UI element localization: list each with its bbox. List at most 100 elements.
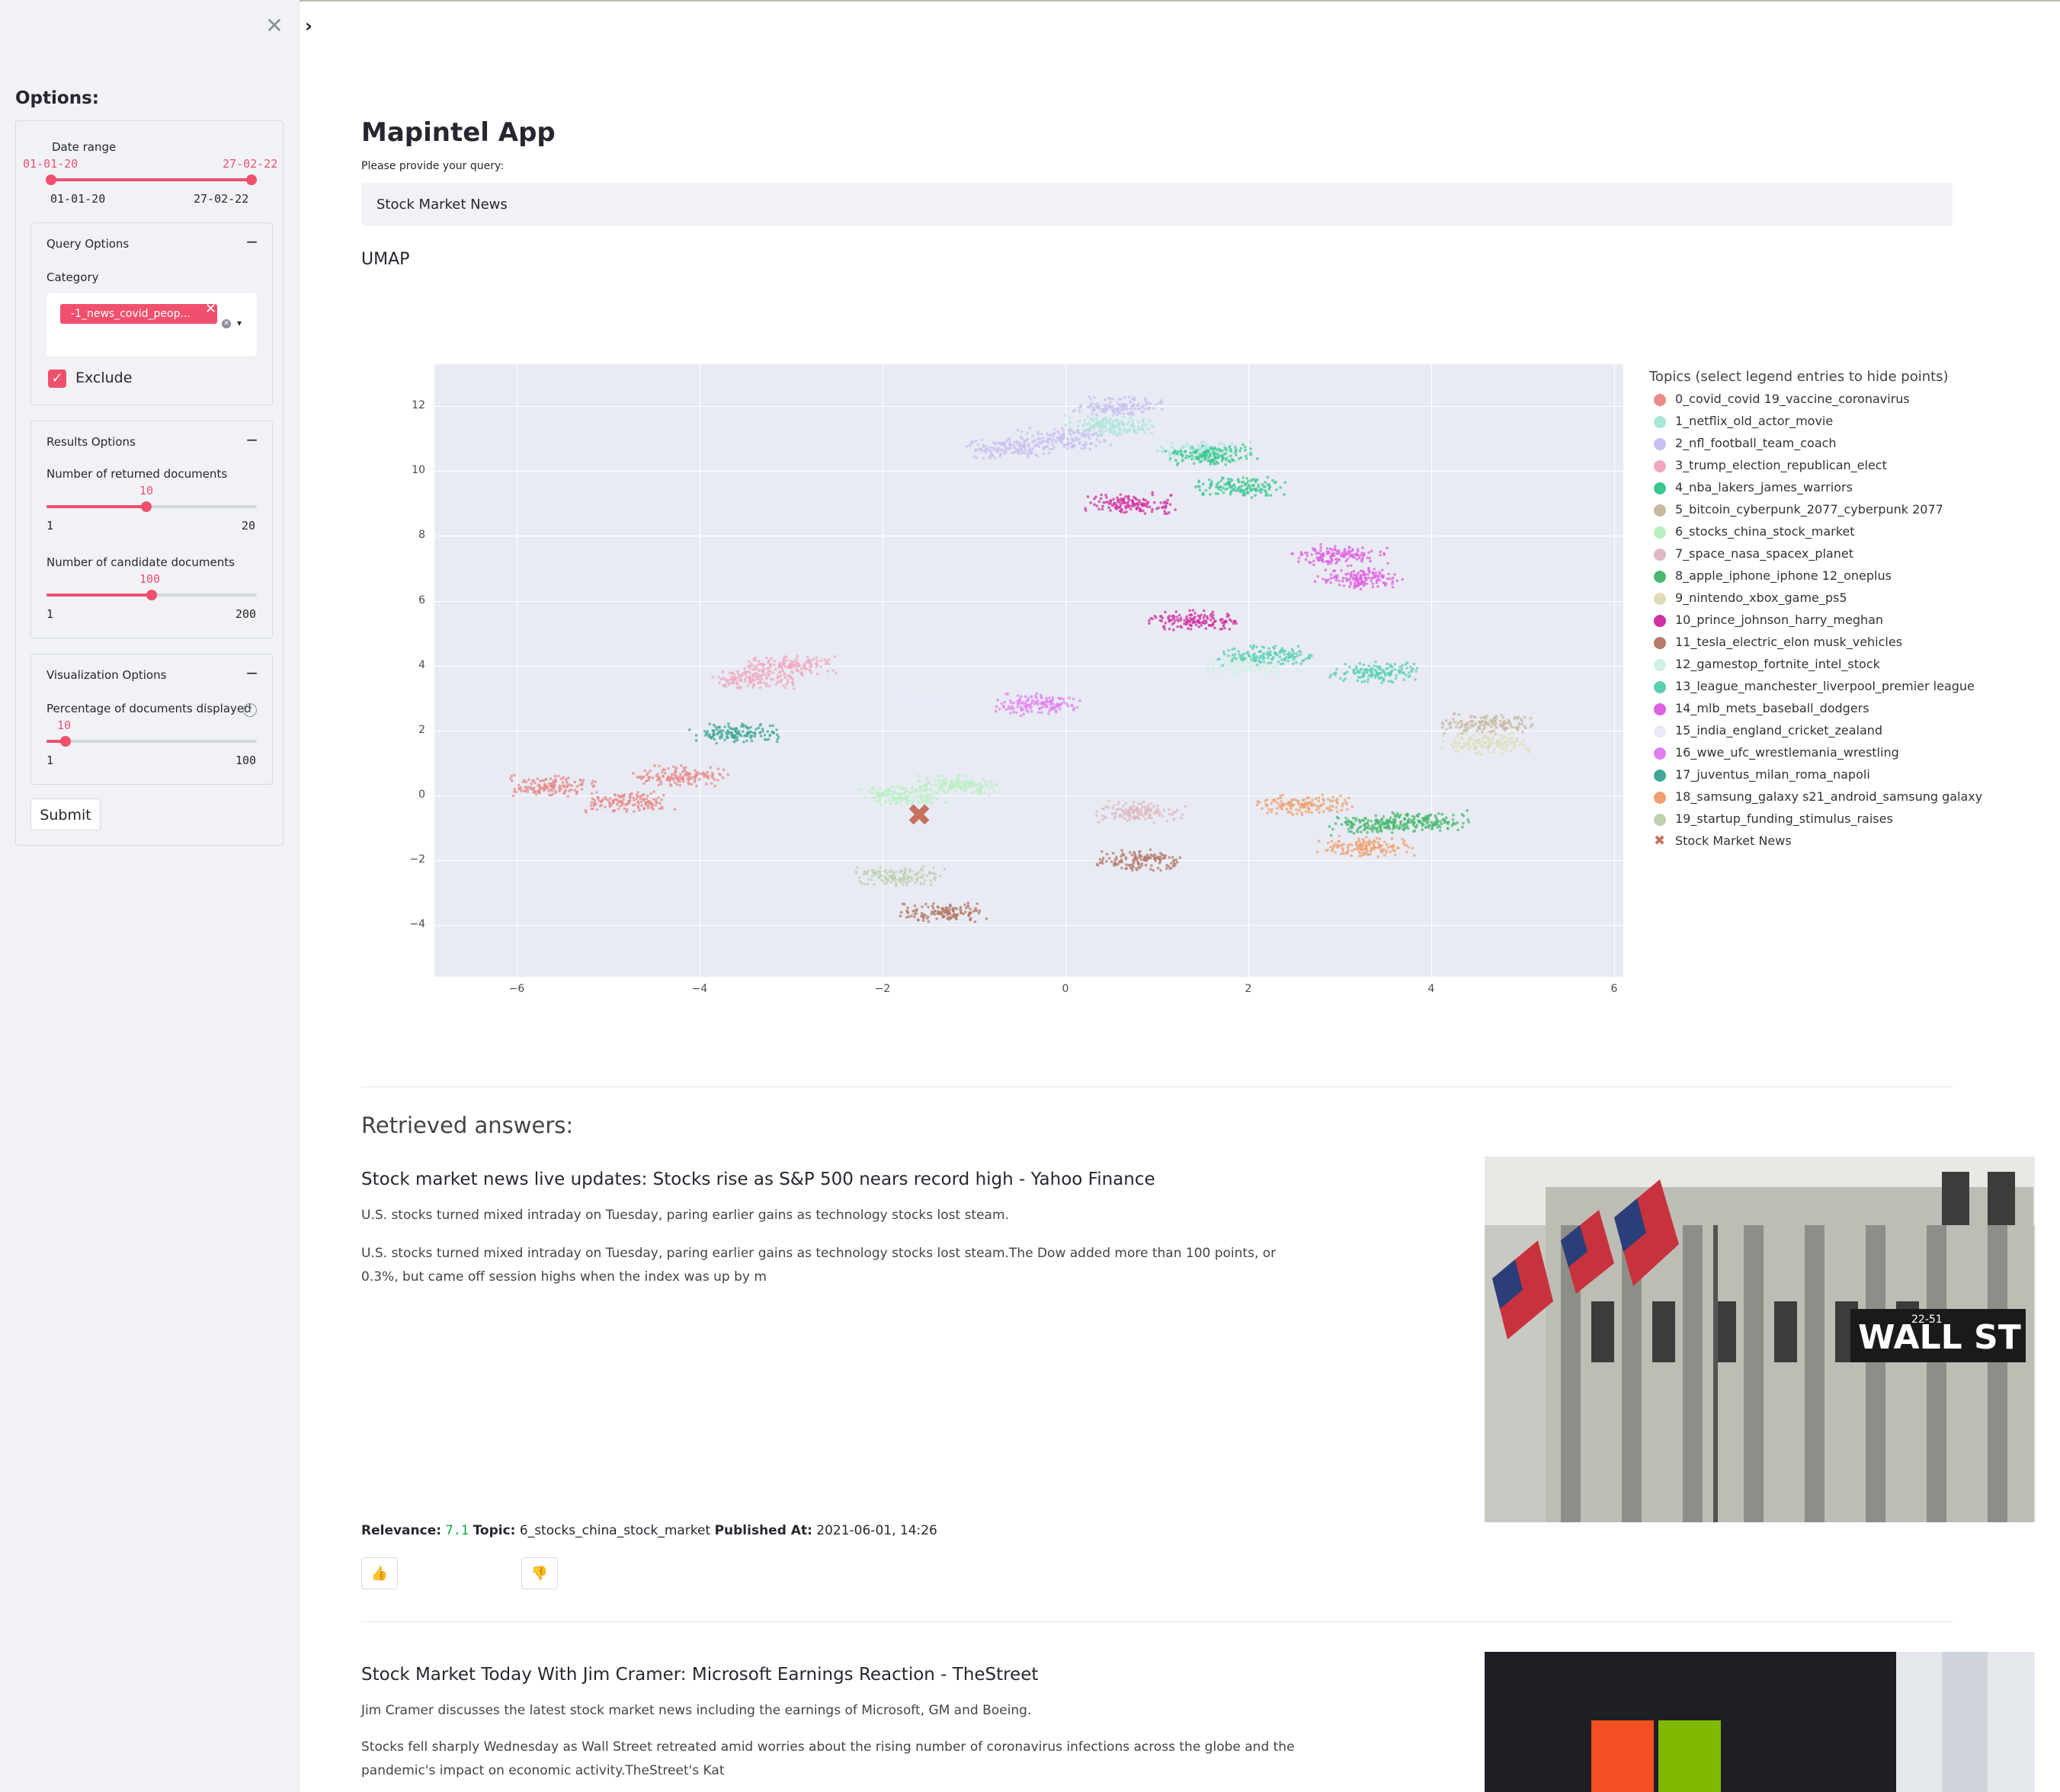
date-range-end-handle[interactable]: [246, 174, 257, 185]
chevron-right-icon[interactable]: ›: [305, 15, 312, 37]
scatter-point: [1452, 821, 1456, 824]
legend-item[interactable]: 10_prince_johnson_harry_meghan: [1654, 613, 1883, 627]
scatter-point: [1421, 828, 1424, 831]
scatter-point: [994, 441, 997, 444]
legend-item[interactable]: 13_league_manchester_liverpool_premier l…: [1654, 679, 1975, 693]
returned-docs-handle[interactable]: [141, 501, 152, 512]
article-title[interactable]: Stock market news live updates: Stocks r…: [361, 1170, 1155, 1189]
scatter-point: [1283, 658, 1287, 661]
legend-item[interactable]: 9_nintendo_xbox_game_ps5: [1654, 590, 1847, 605]
scatter-point: [1454, 741, 1457, 745]
scatter-point: [828, 658, 831, 661]
legend-item[interactable]: 11_tesla_electric_elon musk_vehicles: [1654, 635, 1902, 649]
scatter-point: [906, 906, 910, 910]
query-label: Please provide your query:: [361, 160, 504, 172]
scatter-point: [1096, 405, 1100, 408]
scatter-point: [1255, 654, 1259, 658]
scatter-point: [766, 730, 770, 733]
scatter-point: [1142, 859, 1146, 862]
scatter-point: [529, 786, 533, 789]
scatter-point: [984, 444, 988, 448]
scatter-point: [1130, 504, 1134, 508]
close-icon[interactable]: ✕: [262, 14, 287, 38]
scatter-point: [1142, 422, 1146, 426]
legend-item[interactable]: 0_covid_covid 19_vaccine_coronavirus: [1654, 392, 1910, 406]
scatter-point: [1190, 624, 1193, 627]
scatter-point: [899, 802, 902, 805]
percentage-handle[interactable]: [60, 736, 71, 747]
query-input[interactable]: [361, 183, 1953, 226]
query-point-marker[interactable]: ✖: [906, 798, 932, 833]
remove-tag-icon[interactable]: ✕: [205, 301, 216, 317]
clear-icon[interactable]: ✕: [222, 319, 231, 328]
legend-item[interactable]: 15_india_england_cricket_zealand: [1654, 723, 1882, 738]
collapse-icon[interactable]: −: [245, 430, 258, 449]
scatter-point: [1389, 850, 1392, 853]
scatter-point: [1334, 562, 1338, 565]
percentage-track[interactable]: [46, 740, 257, 743]
scatter-point: [727, 730, 730, 734]
scatter-point: [1109, 509, 1112, 512]
scatter-point: [1068, 428, 1072, 432]
legend-item[interactable]: 16_wwe_ufc_wrestlemania_wrestling: [1654, 745, 1899, 760]
legend-item[interactable]: 4_nba_lakers_james_warriors: [1654, 480, 1853, 494]
scatter-point: [1262, 657, 1266, 660]
legend-item[interactable]: 1_netflix_old_actor_movie: [1654, 414, 1833, 428]
submit-button[interactable]: Submit: [30, 798, 101, 830]
scatter-point: [1084, 433, 1088, 436]
scatter-point: [698, 772, 701, 776]
thumbs-down-icon[interactable]: 👎: [521, 1557, 558, 1589]
scatter-point: [1100, 417, 1104, 421]
chevron-down-icon[interactable]: ▾: [237, 318, 242, 328]
scatter-point: [1193, 485, 1197, 489]
scatter-point: [1254, 480, 1257, 484]
scatter-point: [735, 738, 739, 741]
scatter-point: [1238, 655, 1242, 659]
scatter-point: [871, 792, 875, 795]
legend-item[interactable]: 5_bitcoin_cyberpunk_2077_cyberpunk 2077: [1654, 502, 1943, 517]
legend-item[interactable]: 12_gamestop_fortnite_intel_stock: [1654, 657, 1880, 671]
results-options-title[interactable]: Results Options: [46, 435, 136, 449]
scatter-point: [1043, 446, 1046, 450]
scatter-point: [1108, 421, 1112, 424]
legend-item[interactable]: 19_startup_funding_stimulus_raises: [1654, 811, 1893, 826]
scatter-point: [1012, 710, 1015, 714]
scatter-point: [1213, 667, 1216, 670]
scatter-point: [1024, 706, 1027, 709]
scatter-point: [1165, 504, 1168, 507]
scatter-point: [673, 781, 677, 784]
exclude-checkbox[interactable]: ✓: [48, 370, 66, 388]
legend-item[interactable]: 8_apple_iphone_iphone 12_oneplus: [1654, 568, 1892, 583]
legend-item[interactable]: 17_juventus_milan_roma_napoli: [1654, 767, 1870, 782]
scatter-point: [551, 792, 555, 796]
legend-item[interactable]: ✖ Stock Market News: [1654, 833, 1792, 849]
scatter-point: [868, 792, 872, 795]
date-range-start-handle[interactable]: [46, 174, 56, 185]
scatter-point: [1482, 741, 1486, 744]
scatter-point: [1430, 821, 1434, 824]
scatter-point: [1226, 667, 1229, 670]
legend-item[interactable]: 7_space_nasa_spacex_planet: [1654, 546, 1853, 561]
scatter-point: [872, 786, 875, 789]
scatter-point: [1350, 549, 1354, 552]
collapse-icon[interactable]: −: [245, 232, 258, 251]
umap-scatter-plot[interactable]: ✖: [434, 364, 1623, 977]
legend-item[interactable]: 14_mlb_mets_baseball_dodgers: [1654, 701, 1869, 715]
article-title[interactable]: Stock Market Today With Jim Cramer: Micr…: [361, 1665, 1038, 1685]
scatter-point: [1500, 752, 1504, 756]
legend-item[interactable]: 6_stocks_china_stock_market: [1654, 524, 1855, 539]
legend-item[interactable]: 2_nfl_football_team_coach: [1654, 436, 1837, 450]
scatter-point: [1091, 405, 1095, 409]
scatter-point: [1405, 667, 1409, 670]
scatter-point: [754, 667, 758, 670]
candidate-docs-handle[interactable]: [146, 590, 157, 600]
thumbs-up-icon[interactable]: 👍: [361, 1557, 398, 1589]
collapse-icon[interactable]: −: [245, 664, 258, 682]
legend-item[interactable]: 3_trump_election_republican_elect: [1654, 458, 1887, 472]
legend-item[interactable]: 18_samsung_galaxy s21_android_samsung ga…: [1654, 789, 1982, 804]
scatter-point: [1383, 584, 1387, 587]
visualization-options-title[interactable]: Visualization Options: [46, 668, 166, 682]
category-multiselect[interactable]: -1_news_covid_peop... ✕ ✕ ▾: [46, 293, 257, 356]
query-options-title[interactable]: Query Options: [46, 237, 129, 251]
help-icon[interactable]: ?: [243, 703, 257, 717]
